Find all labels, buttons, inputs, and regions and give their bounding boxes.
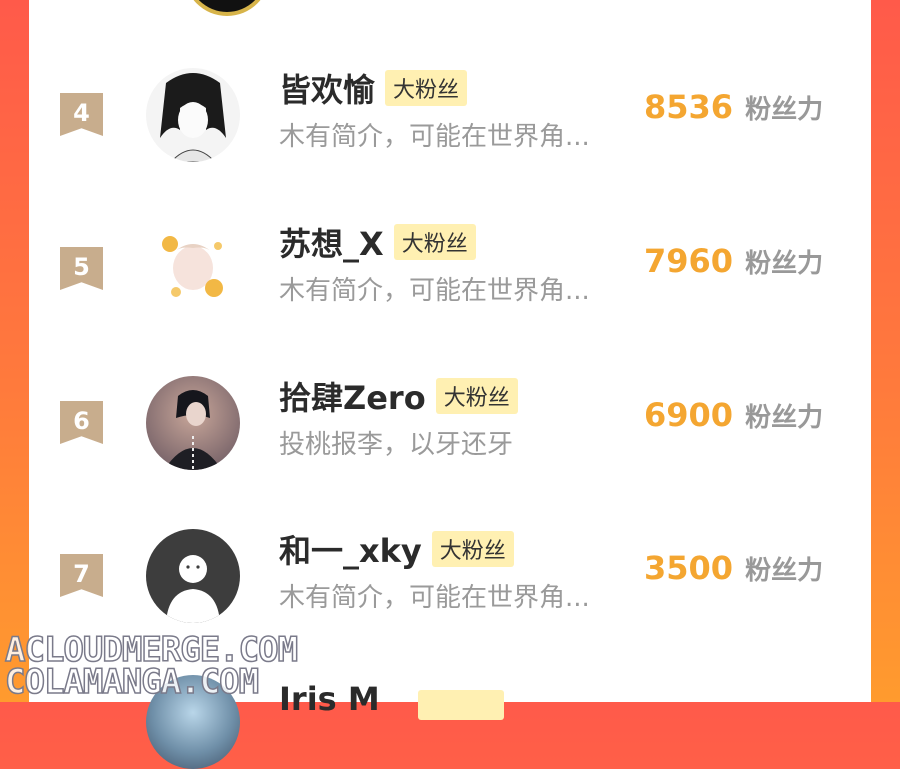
fan-power-value: 7960	[644, 242, 734, 280]
watermark-text: COLAMANGA.COM	[4, 661, 260, 703]
list-item[interactable]: 6 拾肆Zero 大粉丝 投桃报李，以牙还牙 6900 粉丝力	[29, 374, 871, 484]
avatar[interactable]	[146, 529, 240, 623]
user-avatar-image	[146, 222, 240, 316]
user-name[interactable]: 苏想_X	[279, 219, 384, 265]
rank-badge: 4	[60, 93, 103, 136]
fan-power-value: 8536	[644, 88, 734, 126]
avatar[interactable]	[146, 222, 240, 316]
rank-badge: 5	[60, 247, 103, 290]
fan-power-value: 6900	[644, 396, 734, 434]
avatar[interactable]	[184, 0, 270, 16]
fan-level-badge: 大粉丝	[393, 224, 476, 260]
user-name[interactable]: 皆欢愉	[279, 65, 375, 111]
fan-power-unit: 粉丝力	[745, 249, 824, 279]
leaderboard-panel: 4 皆欢愉 大粉丝 木有简介，可能在世界角... 8536 粉丝力 5 苏想_X…	[29, 0, 871, 702]
user-avatar-image	[146, 68, 240, 162]
rank-badge: 7	[60, 554, 103, 597]
fan-power-unit: 粉丝力	[745, 403, 824, 433]
fan-level-badge	[418, 690, 504, 720]
rank-badge: 6	[60, 401, 103, 444]
fan-level-badge: 大粉丝	[435, 378, 518, 414]
user-bio: 木有简介，可能在世界角...	[279, 122, 590, 152]
user-name[interactable]: Iris M	[279, 680, 380, 718]
fan-power-value: 3500	[644, 549, 734, 587]
fan-power-unit: 粉丝力	[745, 95, 824, 125]
list-item[interactable]: 7 和一_xky 大粉丝 木有简介，可能在世界角... 3500 粉丝力	[29, 527, 871, 637]
fan-power-unit: 粉丝力	[745, 556, 824, 586]
fan-level-badge: 大粉丝	[385, 70, 468, 106]
list-item[interactable]: 5 苏想_X 大粉丝 木有简介，可能在世界角... 7960 粉丝力	[29, 220, 871, 330]
user-name[interactable]: 和一_xky	[279, 526, 422, 572]
user-bio: 木有简介，可能在世界角...	[279, 583, 590, 613]
user-name[interactable]: 拾肆Zero	[279, 373, 426, 419]
user-bio: 木有简介，可能在世界角...	[279, 276, 590, 306]
user-avatar-image	[146, 376, 240, 470]
avatar[interactable]	[146, 376, 240, 470]
user-bio: 投桃报李，以牙还牙	[279, 430, 514, 460]
fan-level-badge: 大粉丝	[431, 531, 514, 567]
default-avatar-icon	[146, 529, 240, 623]
avatar[interactable]	[146, 68, 240, 162]
list-item[interactable]: 4 皆欢愉 大粉丝 木有简介，可能在世界角... 8536 粉丝力	[29, 66, 871, 176]
